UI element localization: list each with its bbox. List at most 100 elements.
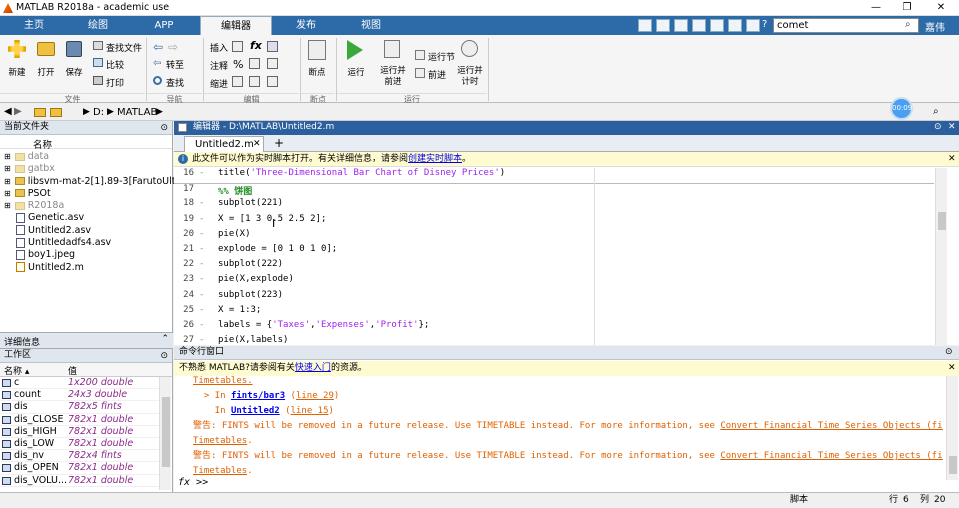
path-segment[interactable]: MATLAB (117, 107, 157, 118)
file-item[interactable]: Genetic.asv (0, 212, 172, 224)
line-number[interactable]: 20 (174, 229, 194, 239)
search-input[interactable]: comet (773, 18, 919, 33)
fx-button[interactable]: fx (250, 39, 262, 52)
redo-icon[interactable] (728, 19, 742, 32)
forward-icon[interactable]: ▶ (14, 106, 22, 117)
folder-item[interactable]: ⊞ data (0, 151, 172, 163)
find-button[interactable]: 查找 (166, 76, 184, 89)
details-toggle-icon[interactable]: ⌃ (161, 334, 169, 344)
output-link[interactable]: Timetables (193, 466, 247, 476)
workspace-row[interactable]: count 24x3 double (0, 389, 172, 402)
breakpoint-marker[interactable]: - (199, 229, 204, 239)
output-link[interactable]: Timetables. (193, 376, 253, 386)
breakpoint-marker[interactable]: - (199, 259, 204, 269)
file-item[interactable]: Untitled2.asv (0, 225, 172, 237)
print-button[interactable]: 打印 (106, 76, 124, 89)
scrollbar-thumb[interactable] (162, 397, 170, 467)
expand-icon[interactable]: ⊞ (4, 201, 11, 210)
cut-icon[interactable] (656, 19, 670, 32)
line-number[interactable]: 26 (174, 320, 194, 330)
tab-publish[interactable]: 发布 (280, 16, 332, 35)
insert-button[interactable]: 插入 (210, 41, 228, 54)
line-number[interactable]: 25 (174, 305, 194, 315)
breakpoint-marker[interactable]: - (199, 320, 204, 330)
code-line[interactable]: 23- pie(X,explode) (174, 274, 934, 289)
tab-view[interactable]: 视图 (345, 16, 397, 35)
workspace-row[interactable]: dis_VOLU... 782x1 double (0, 475, 172, 487)
file-item[interactable]: Untitled2.m (0, 262, 172, 274)
output-link[interactable]: line 15 (291, 406, 329, 416)
user-name[interactable]: 嘉伟 (925, 19, 945, 34)
line-number[interactable]: 22 (174, 259, 194, 269)
up-folder-icon[interactable] (34, 108, 46, 117)
expand-icon[interactable]: ⊞ (4, 152, 11, 161)
column-header-name[interactable]: 名称 (33, 137, 52, 151)
wrap-icon[interactable] (267, 58, 278, 69)
run-advance-button[interactable]: 运行并前进 (377, 66, 409, 88)
workspace-row[interactable]: dis_nv 782x4 fints (0, 450, 172, 463)
line-number[interactable]: 19 (174, 214, 194, 224)
code-line[interactable]: 18- subplot(221) (174, 198, 934, 213)
line-number[interactable]: 17 (174, 184, 194, 194)
line-number[interactable]: 27 (174, 335, 194, 345)
folder-item[interactable]: ⊞ R2018a (0, 200, 172, 212)
save-quick-icon[interactable] (638, 19, 652, 32)
output-link[interactable]: Convert Financial Time Series Objects (f… (720, 451, 943, 461)
insert-icon[interactable] (232, 41, 243, 52)
indent-button[interactable]: 缩进 (210, 77, 228, 90)
breakpoint-marker[interactable]: - (199, 290, 204, 300)
code-line[interactable]: 20- pie(X) (174, 229, 934, 244)
output-link[interactable]: line 29 (296, 391, 334, 401)
switch-windows-icon[interactable] (746, 19, 760, 32)
increase-indent-icon[interactable] (249, 76, 260, 87)
tab-editor[interactable]: 编辑器 (200, 16, 272, 35)
comment-button[interactable]: 注释 (210, 59, 228, 72)
undo-icon[interactable] (710, 19, 724, 32)
new-tab-button[interactable]: + (274, 136, 284, 150)
comment-percent-icon[interactable]: % (233, 58, 243, 71)
find-files-button[interactable]: 查找文件 (106, 41, 142, 54)
output-link[interactable]: Timetables (193, 436, 247, 446)
indent-icon[interactable] (232, 76, 243, 87)
workspace-row[interactable]: dis 782x5 fints (0, 401, 172, 414)
code-line[interactable]: 17 %% 饼图 (174, 183, 934, 198)
forward-icon[interactable]: ⇨ (168, 40, 178, 54)
create-live-script-link[interactable]: 创建实时脚本 (408, 154, 462, 164)
line-number[interactable]: 23 (174, 274, 194, 284)
details-title[interactable]: 详细信息 (4, 335, 40, 348)
compare-button[interactable]: 比较 (106, 58, 124, 71)
breakpoint-marker[interactable]: - (199, 244, 204, 254)
scrollbar-thumb[interactable] (949, 456, 957, 474)
command-prompt[interactable]: fx >> (178, 477, 208, 488)
line-number[interactable]: 21 (174, 244, 194, 254)
expand-icon[interactable]: ⊞ (4, 189, 11, 198)
restore-button[interactable]: ❐ (893, 0, 921, 16)
expand-icon[interactable]: ⊞ (4, 177, 11, 186)
getting-started-link[interactable]: 快速入门 (295, 363, 331, 373)
workspace-row[interactable]: c 1x200 double (0, 377, 172, 390)
breakpoint-marker[interactable]: - (199, 274, 204, 284)
minimize-button[interactable]: — (862, 0, 890, 16)
back-icon[interactable]: ⇦ (153, 40, 163, 54)
command-scrollbar[interactable] (946, 376, 958, 480)
breakpoint-marker[interactable]: - (199, 335, 204, 345)
editor-close-icon[interactable]: ✕ (948, 121, 956, 134)
breakpoints-button[interactable]: 断点 (303, 66, 331, 78)
workspace-row[interactable]: dis_HIGH 782x1 double (0, 426, 172, 438)
panel-menu-icon[interactable]: ⊙ (160, 350, 168, 363)
code-line[interactable]: 22- subplot(222) (174, 259, 934, 274)
search-icon[interactable]: ⌕ (905, 19, 911, 30)
tab-apps[interactable]: APP (138, 16, 190, 35)
open-button[interactable]: 打开 (33, 66, 59, 78)
run-button[interactable]: 运行 (342, 66, 370, 78)
editor-menu-icon[interactable]: ⊙ (934, 121, 942, 134)
folder-item[interactable]: ⊞ libsvm-mat-2[1].89-3[FarutoUlti... (0, 176, 187, 188)
output-link[interactable]: Untitled2 (231, 406, 280, 416)
scrollbar-thumb[interactable] (938, 212, 946, 230)
tab-close-icon[interactable]: ✕ (253, 139, 261, 149)
section-icon[interactable] (267, 41, 278, 52)
workspace-row[interactable]: dis_OPEN 782x1 double (0, 462, 172, 475)
output-link[interactable]: fints/bar3 (231, 391, 285, 401)
expand-icon[interactable]: ⊞ (4, 164, 11, 173)
paste-icon[interactable] (692, 19, 706, 32)
